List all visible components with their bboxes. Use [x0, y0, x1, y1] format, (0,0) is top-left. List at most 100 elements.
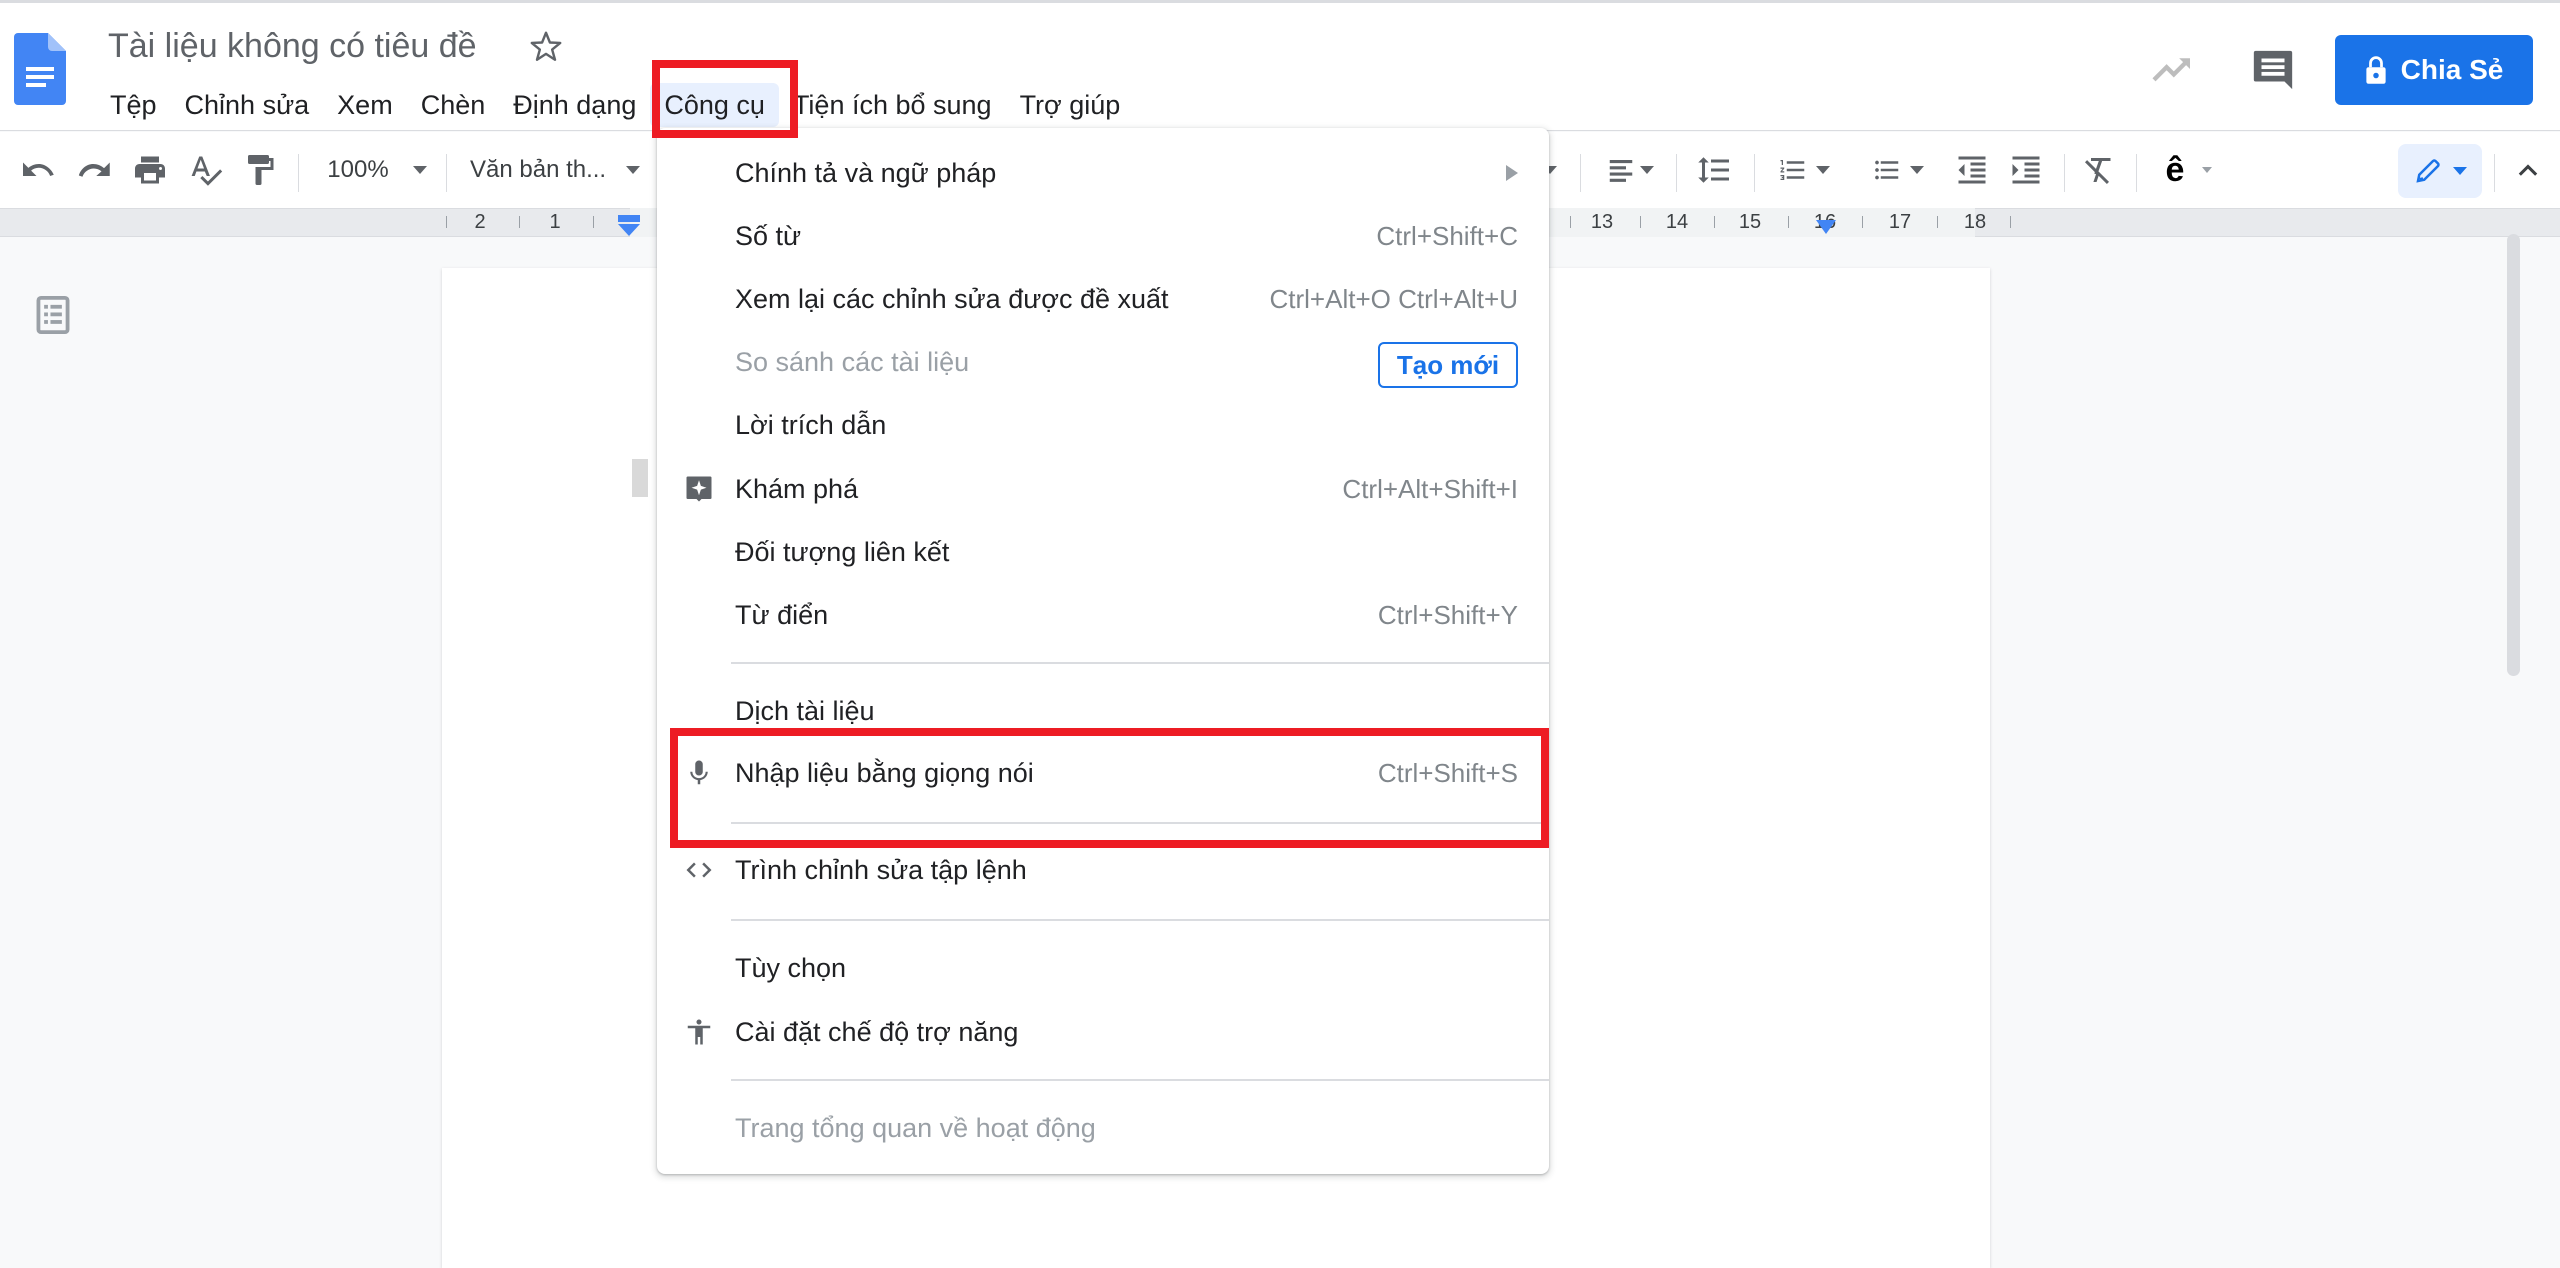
menu-format[interactable]: Định dạng [499, 83, 650, 127]
ruler-tick [1640, 216, 1641, 228]
menu-addons[interactable]: Tiện ích bổ sung [779, 83, 1006, 127]
menu-help[interactable]: Trợ giúp [1006, 83, 1135, 127]
toolbar-divider [1676, 154, 1677, 192]
toolbar-divider [1580, 154, 1581, 192]
spellcheck-button[interactable] [186, 150, 226, 190]
menu-edit[interactable]: Chỉnh sửa [171, 83, 324, 127]
menu-item-dictionary[interactable]: Từ điển Ctrl+Shift+Y [657, 584, 1549, 646]
microphone-icon [683, 757, 715, 789]
share-button[interactable]: Chia Sẻ [2335, 35, 2533, 105]
shortcut: Ctrl+Alt+O Ctrl+Alt+U [1269, 283, 1518, 314]
ruler-number: 1 [549, 211, 561, 233]
document-outline-icon[interactable] [36, 296, 70, 334]
menu-item-translate-document[interactable]: Dịch tài liệu [657, 680, 1549, 742]
chevron-down-icon [1910, 166, 1924, 174]
menu-item-compare-documents[interactable]: So sánh các tài liệu Tạo mới [657, 331, 1549, 393]
tools-dropdown-menu: Chính tả và ngữ pháp Số từ Ctrl+Shift+C … [657, 128, 1549, 1174]
docs-logo-icon[interactable] [14, 33, 66, 105]
document-title[interactable]: Tài liệu không có tiêu đề [108, 27, 477, 66]
submenu-arrow-icon [1506, 165, 1518, 181]
menu-item-spelling-grammar[interactable]: Chính tả và ngữ pháp [657, 142, 1549, 204]
text-cursor [632, 459, 648, 497]
line-spacing-button[interactable] [1692, 150, 1736, 190]
menu-item-linked-objects[interactable]: Đối tượng liên kết [657, 521, 1549, 583]
paint-format-button[interactable] [240, 150, 280, 190]
star-icon[interactable] [528, 29, 564, 65]
paint-format-icon [248, 155, 274, 185]
menu-file[interactable]: Tệp [96, 83, 171, 127]
ruler-tick [1937, 216, 1938, 228]
menu-divider [731, 919, 1549, 921]
ruler-tick [2010, 216, 2011, 228]
clear-formatting-icon [2085, 158, 2111, 184]
right-indent-handle[interactable] [1815, 220, 1837, 236]
editing-mode-button[interactable] [2398, 144, 2482, 198]
zoom-select[interactable]: 100% [318, 150, 436, 190]
comment-icon[interactable] [2250, 47, 2296, 93]
zoom-value: 100% [327, 156, 389, 183]
undo-icon [23, 162, 54, 176]
decrease-indent-icon [1958, 156, 1986, 184]
ruler-tick [1788, 216, 1789, 228]
menu-view[interactable]: Xem [323, 83, 407, 127]
menu-tools[interactable]: Công cụ [650, 83, 779, 127]
clear-formatting-button[interactable] [2080, 150, 2120, 190]
pencil-icon [2416, 159, 2440, 183]
redo-button[interactable] [74, 150, 114, 190]
chevron-down-icon [1640, 166, 1654, 174]
toolbar-divider [298, 154, 299, 192]
print-button[interactable] [130, 150, 170, 190]
menu-item-word-count[interactable]: Số từ Ctrl+Shift+C [657, 205, 1549, 267]
input-tools-glyph: ê [2165, 150, 2185, 189]
new-badge: Tạo mới [1378, 342, 1518, 388]
menu-item-preferences[interactable]: Tùy chọn [657, 937, 1549, 999]
vertical-scrollbar[interactable] [2507, 234, 2520, 676]
style-value: Văn bản th... [470, 156, 607, 183]
bulleted-list-button[interactable] [1866, 150, 1930, 190]
ruler-tick [446, 216, 447, 228]
code-icon [683, 854, 715, 886]
menu-item-script-editor[interactable]: Trình chỉnh sửa tập lệnh [657, 839, 1549, 901]
ruler-number: 2 [474, 211, 486, 233]
menu-divider [731, 1079, 1549, 1081]
ruler-tick [519, 216, 520, 228]
increase-indent-button[interactable] [2006, 150, 2046, 190]
menu-item-accessibility-settings[interactable]: Cài đặt chế độ trợ năng [657, 1001, 1549, 1063]
paragraph-style-select[interactable]: Văn bản th... [470, 150, 660, 190]
header: Tài liệu không có tiêu đề Tệp Chỉnh sửa … [0, 3, 2560, 131]
shortcut: Ctrl+Shift+C [1376, 220, 1518, 251]
increase-indent-icon [2012, 156, 2040, 184]
align-button[interactable] [1600, 150, 1660, 190]
menu-item-review-suggested-edits[interactable]: Xem lại các chỉnh sửa được đề xuất Ctrl+… [657, 268, 1549, 330]
redo-icon [78, 162, 110, 177]
ruler-number: 17 [1888, 211, 1912, 233]
numbered-list-button[interactable] [1772, 150, 1836, 190]
menu-item-citations[interactable]: Lời trích dẫn [657, 394, 1549, 456]
hide-menus-button[interactable] [2508, 150, 2548, 190]
menu-item-activity-dashboard[interactable]: Trang tổng quan về hoạt động [657, 1097, 1549, 1159]
spellcheck-icon [191, 156, 223, 186]
shortcut: Ctrl+Shift+S [1377, 757, 1518, 788]
chevron-down-icon [626, 166, 641, 174]
menu-item-explore[interactable]: Khám phá Ctrl+Alt+Shift+I [657, 458, 1549, 520]
ruler-tick [1862, 216, 1863, 228]
activity-trend-icon[interactable] [2150, 51, 2194, 87]
accessibility-icon [683, 1016, 715, 1048]
ruler-number: 14 [1665, 211, 1689, 233]
chevron-down-icon [1816, 166, 1830, 174]
chevron-down-icon [412, 166, 427, 174]
numbered-list-icon [1780, 160, 1805, 180]
menu-insert[interactable]: Chèn [407, 83, 500, 127]
ruler-number: 18 [1963, 211, 1987, 233]
share-label: Chia Sẻ [2400, 54, 2504, 85]
line-spacing-icon [1698, 157, 1729, 183]
undo-button[interactable] [18, 150, 58, 190]
toolbar-divider [2064, 154, 2065, 192]
first-line-indent-handle[interactable] [616, 215, 642, 239]
toolbar-divider [2494, 154, 2495, 192]
decrease-indent-button[interactable] [1952, 150, 1992, 190]
menu-item-voice-typing[interactable]: Nhập liệu bằng giọng nói Ctrl+Shift+S [657, 742, 1549, 804]
print-icon [135, 156, 165, 184]
shortcut: Ctrl+Alt+Shift+I [1342, 473, 1518, 504]
input-tools-button[interactable]: ê [2156, 150, 2222, 190]
